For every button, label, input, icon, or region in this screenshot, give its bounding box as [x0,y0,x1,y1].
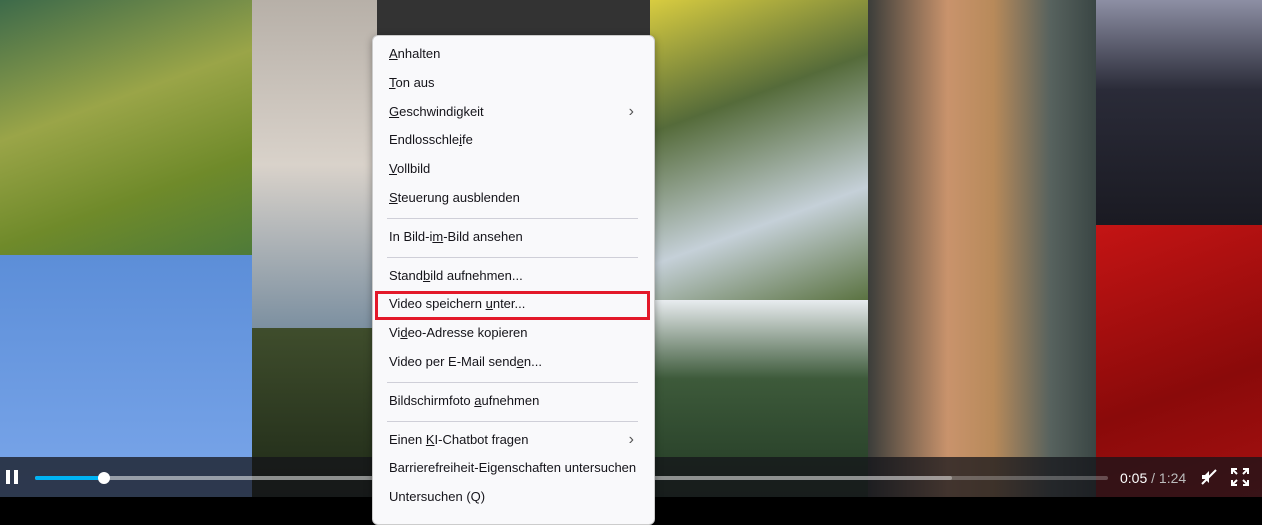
menu-separator [373,252,654,262]
chevron-right-icon: › [628,430,634,448]
menu-item-video-adresse-kopieren[interactable]: Video-Adresse kopieren [373,319,654,348]
played-bar [35,476,104,480]
menu-item-endlosschleife[interactable]: Endlosschleife [373,126,654,155]
progress-thumb[interactable] [97,472,110,484]
menu-item-barrierefreiheit-eigenschaften-untersuchen[interactable]: Barrierefreiheit-Eigenschaften untersuch… [373,454,654,483]
menu-item-video-speichern-unter[interactable]: Video speichern unter... [373,290,654,321]
menu-item-label: Standbild aufnehmen... [389,267,523,283]
video-tile-woman [868,0,1096,497]
menu-item-label: Endlosschleife [389,132,473,148]
menu-item-label: Einen KI-Chatbot fragen [389,431,529,447]
menu-item-bildschirmfoto-aufnehmen[interactable]: Bildschirmfoto aufnehmen [373,387,654,416]
menu-item-label: Video per E-Mail senden... [389,353,542,369]
menu-item-steuerung-ausblenden[interactable]: Steuerung ausblenden [373,184,654,213]
menu-item-vollbild[interactable]: Vollbild [373,155,654,184]
menu-item-ton-aus[interactable]: Ton aus [373,69,654,98]
menu-item-label: Untersuchen (Q) [389,489,486,505]
menu-item-geschwindigkeit[interactable]: Geschwindigkeit › [373,98,654,127]
menu-item-label: Anhalten [389,46,441,61]
menu-item-label: Geschwindigkeit [389,103,484,119]
context-menu: Anhalten Ton aus Geschwindigkeit › Endlossch… [372,35,655,525]
mute-icon[interactable] [1200,468,1218,486]
menu-item-label: Bildschirmfoto aufnehmen [389,392,540,408]
menu-separator [373,416,654,426]
menu-item-untersuchen-q[interactable]: Untersuchen (Q) [373,483,654,512]
video-tile-flower-shop [650,0,870,300]
pause-icon[interactable] [6,470,18,484]
menu-item-in-bild-im-bild-ansehen[interactable]: In Bild-im-Bild ansehen [373,223,654,252]
menu-separator [373,213,654,223]
highlight-box [375,291,650,321]
menu-item-label: Ton aus [389,74,435,90]
current-time: 0:05 [1120,470,1148,486]
fullscreen-icon[interactable] [1231,468,1249,486]
time-display: 0:05 / 1:24 [1120,470,1186,486]
menu-item-label: In Bild-im-Bild ansehen [389,228,523,244]
time-separator: / [1147,470,1159,486]
video-tile-aquarium [0,0,252,262]
menu-item-video-per-e-mail-senden[interactable]: Video per E-Mail senden... [373,348,654,377]
video-tile-stadium [1096,0,1262,225]
video-tile-flowers-vase [252,0,377,330]
menu-item-label: Video-Adresse kopieren [389,325,528,341]
menu-item-anhalten[interactable]: Anhalten [373,40,654,69]
chevron-right-icon: › [628,102,634,120]
total-time: 1:24 [1158,470,1187,486]
menu-separator [373,377,654,387]
menu-item-label: Vollbild [389,161,431,177]
menu-item-label: Steuerung ausblenden [389,189,520,205]
menu-item-label: Barrierefreiheit-Eigenschaften untersuch… [389,460,637,476]
menu-item-einen-ki-chatbot-fragen[interactable]: Einen KI-Chatbot fragen › [373,426,654,455]
menu-item-standbild-aufnehmen[interactable]: Standbild aufnehmen... [373,262,654,291]
